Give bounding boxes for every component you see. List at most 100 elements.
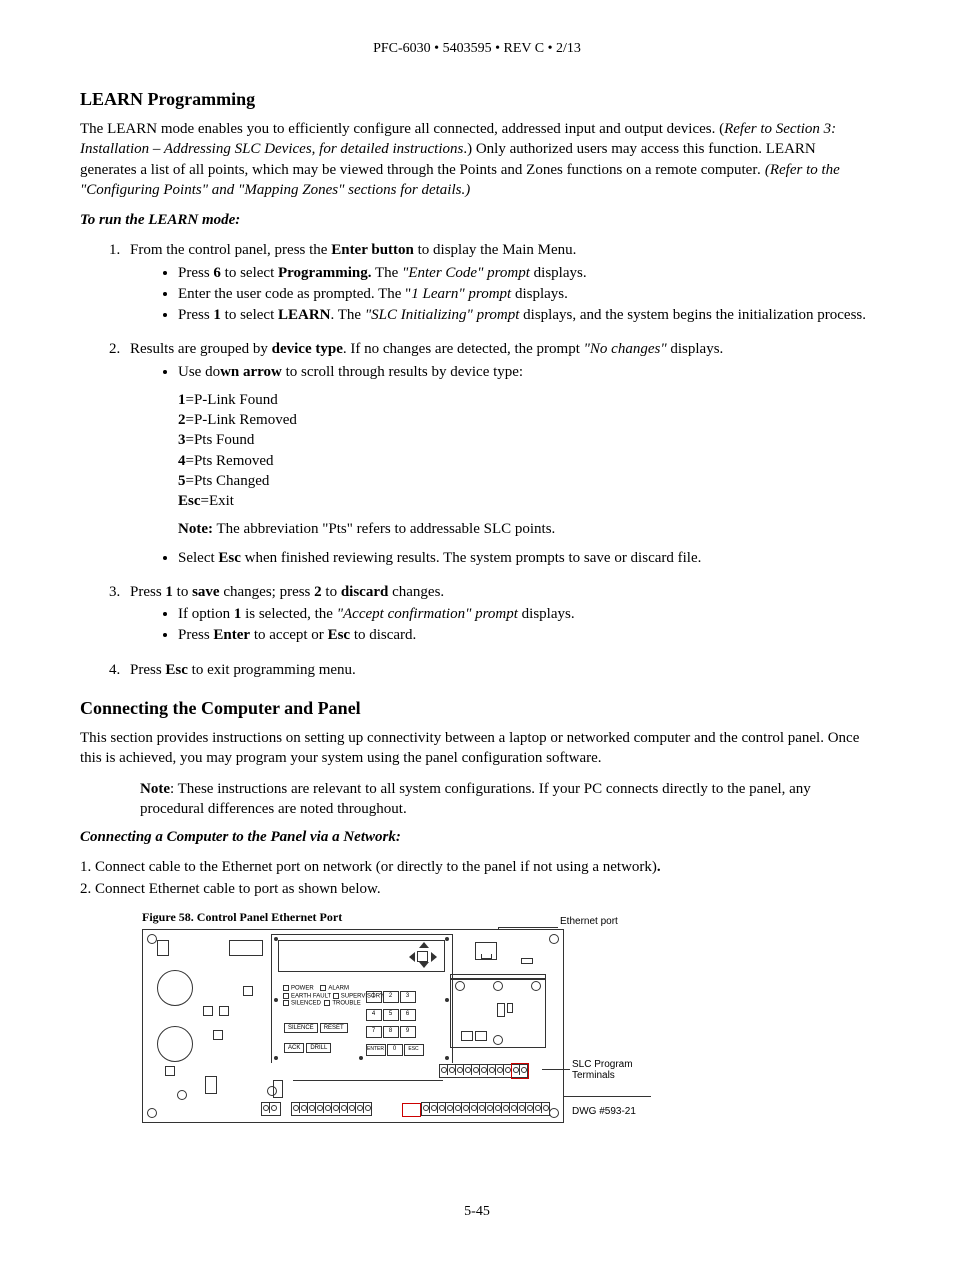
key-4: 4	[366, 1009, 382, 1021]
t: to select	[221, 307, 278, 323]
note-config: Note: These instructions are relevant to…	[140, 779, 874, 820]
learn-intro: The LEARN mode enables you to efficientl…	[80, 119, 874, 200]
callout-dwg: DWG #593-21	[572, 1105, 636, 1119]
led-silenced: SILENCED	[291, 1001, 321, 1007]
t: save	[192, 584, 220, 600]
result-code-row: 5=Pts Changed	[178, 471, 874, 491]
btn-ack: ACK	[284, 1043, 304, 1053]
component	[507, 1003, 513, 1013]
arrow-up-icon	[419, 942, 429, 948]
led-earth-fault: EARTH FAULT	[291, 993, 331, 999]
t: 1	[165, 584, 173, 600]
t: to accept or	[250, 627, 327, 643]
t: changes; press	[220, 584, 315, 600]
t: changes.	[388, 584, 444, 600]
key-5: 5	[383, 1009, 399, 1021]
list-item: Press Enter to accept or Esc to discard.	[178, 625, 874, 645]
step2-bullets: Use down arrow to scroll through results…	[130, 362, 874, 382]
t: wn arrow	[220, 364, 282, 380]
callout-slc: SLC Program Terminals	[572, 1059, 633, 1081]
t: Enter the user code as prompted. The "	[178, 286, 411, 302]
btn-silence: SILENCE	[284, 1023, 318, 1033]
terminal-strip	[291, 1102, 372, 1116]
highlight-red	[402, 1103, 421, 1117]
t: .	[657, 859, 661, 875]
t: The abbreviation "Pts" refers to address…	[213, 521, 555, 537]
component	[461, 1031, 473, 1041]
t: Terminals	[572, 1070, 633, 1081]
step3-bullets: If option 1 is selected, the "Accept con…	[130, 604, 874, 646]
t: Note	[140, 781, 170, 797]
step1-bullets: Press 6 to select Programming. The "Ente…	[130, 263, 874, 326]
dpad-center	[417, 951, 428, 962]
result-code-row: 2=P-Link Removed	[178, 410, 874, 430]
t: displays.	[667, 341, 724, 357]
t: displays.	[530, 265, 587, 281]
t: Esc	[165, 662, 188, 678]
keypad: 123 456 789 ENTER0ESC	[365, 986, 424, 1056]
btn-reset: RESET	[320, 1023, 348, 1033]
key-2: 2	[383, 991, 399, 1003]
t: Press	[178, 627, 213, 643]
screw-icon	[147, 1108, 157, 1118]
page-number: 5-45	[80, 1203, 874, 1222]
screw-icon	[177, 1090, 187, 1100]
key-6: 6	[400, 1009, 416, 1021]
list-item: Use down arrow to scroll through results…	[178, 362, 874, 382]
heading-learn: LEARN Programming	[80, 87, 874, 111]
arrow-down-icon	[419, 962, 429, 968]
step-1: From the control panel, press the Enter …	[124, 240, 874, 325]
note-pts: Note: The abbreviation "Pts" refers to a…	[178, 519, 874, 539]
arrow-left-icon	[409, 952, 415, 962]
t: discard	[341, 584, 389, 600]
step-3: Press 1 to save changes; press 2 to disc…	[124, 582, 874, 646]
component	[243, 986, 253, 996]
t: 6	[213, 265, 221, 281]
key-8: 8	[383, 1026, 399, 1038]
arrow-right-icon	[431, 952, 437, 962]
t: Programming.	[278, 265, 371, 281]
t: to exit programming menu.	[188, 662, 356, 678]
t: LEARN	[278, 307, 331, 323]
list-item: Enter the user code as prompted. The "1 …	[178, 284, 874, 304]
callout-line	[498, 927, 558, 928]
component	[157, 940, 169, 956]
t: displays.	[518, 606, 575, 622]
t: The	[371, 265, 402, 281]
t: . If no changes are detected, the prompt	[343, 341, 584, 357]
t: to	[173, 584, 192, 600]
key-0: 0	[387, 1044, 403, 1056]
t: Select	[178, 550, 218, 566]
key-9: 9	[400, 1026, 416, 1038]
screw-icon	[493, 1035, 503, 1045]
learn-steps: From the control panel, press the Enter …	[80, 240, 874, 680]
t: Press	[178, 307, 213, 323]
t: Enter button	[331, 242, 414, 258]
t: Esc	[218, 550, 241, 566]
ethernet-port-icon	[475, 942, 497, 960]
component	[165, 1066, 175, 1076]
component	[497, 1003, 505, 1017]
doc-header: PFC-6030 • 5403595 • REV C • 2/13	[80, 40, 874, 59]
key-1: 1	[366, 991, 382, 1003]
result-code-row: 3=Pts Found	[178, 430, 874, 450]
component	[229, 940, 263, 956]
screw-icon	[549, 1108, 559, 1118]
key-enter: ENTER	[366, 1044, 386, 1056]
t: to display the Main Menu.	[414, 242, 576, 258]
t: Press	[130, 662, 165, 678]
right-panel	[450, 978, 546, 1048]
t: : These instructions are relevant to all…	[140, 781, 811, 817]
t: 1. Connect cable to the Ethernet port on…	[80, 859, 657, 875]
step-4: Press Esc to exit programming menu.	[124, 660, 874, 680]
highlight-slc-terminals	[511, 1063, 529, 1079]
led-power: POWER	[291, 986, 314, 992]
component	[205, 1076, 217, 1094]
t: Press	[178, 265, 213, 281]
step2-bullets-2: Select Esc when finished reviewing resul…	[130, 548, 874, 568]
t: 1 Learn" prompt	[411, 286, 511, 302]
list-item: Select Esc when finished reviewing resul…	[178, 548, 874, 568]
screw-icon	[531, 981, 541, 991]
result-code-row: Esc=Exit	[178, 491, 874, 511]
list-item: If option 1 is selected, the "Accept con…	[178, 604, 874, 624]
